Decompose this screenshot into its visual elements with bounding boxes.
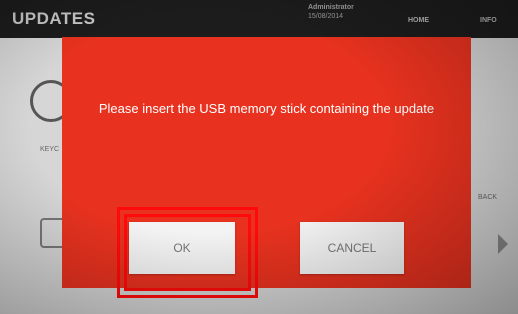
ok-highlight-inner <box>124 214 251 291</box>
nav-home[interactable]: HOME <box>408 17 429 24</box>
header-bar: UPDATES Administrator 15/08/2014 HOME IN… <box>0 0 518 38</box>
user-name: Administrator <box>308 4 354 11</box>
background-label-left: KEYC <box>40 146 60 153</box>
page-title: UPDATES <box>12 9 96 28</box>
screen: UPDATES Administrator 15/08/2014 HOME IN… <box>0 0 518 314</box>
current-date: 15/08/2014 <box>308 13 344 20</box>
arrow-right-icon[interactable] <box>498 234 508 254</box>
user-info: Administrator 15/08/2014 <box>308 3 354 21</box>
cancel-button[interactable]: CANCEL <box>300 222 404 274</box>
background-label-right: BACK <box>478 194 498 201</box>
dialog-message: Please insert the USB memory stick conta… <box>98 101 435 116</box>
nav-info[interactable]: INFO <box>480 17 497 24</box>
